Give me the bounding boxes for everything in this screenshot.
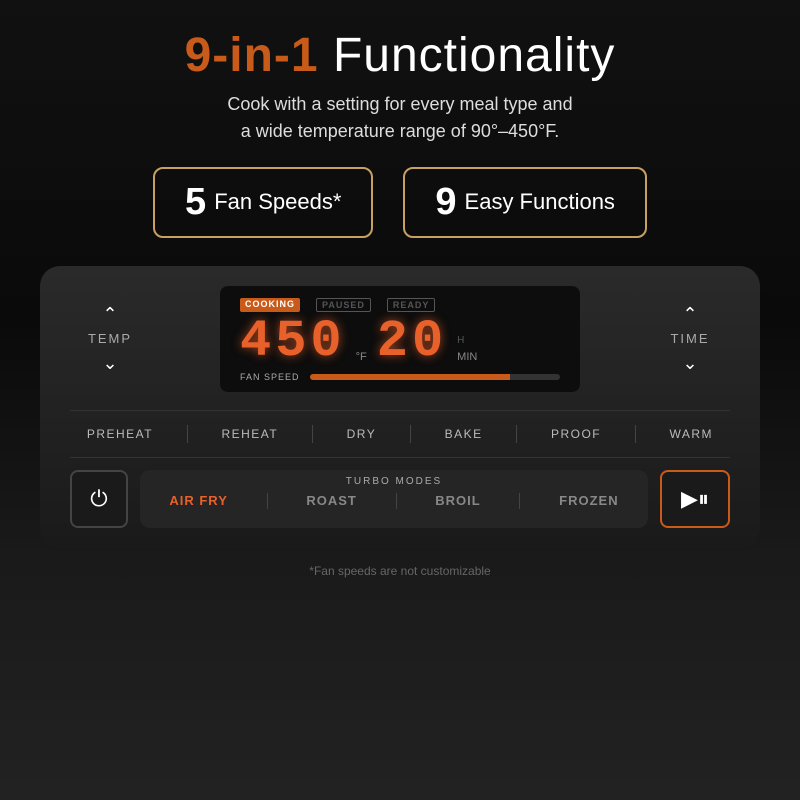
power-button[interactable]: ⏻ <box>70 470 128 528</box>
time-control: ⌃ TIME ⌄ <box>650 305 730 372</box>
divider-4 <box>516 425 517 443</box>
play-pause-button[interactable]: ▶⏸ <box>660 470 730 528</box>
divider-1 <box>187 425 188 443</box>
fan-speed-label: FAN SPEED <box>240 372 300 382</box>
time-display: 20 <box>377 316 447 368</box>
turbo-div-1 <box>267 493 268 509</box>
easy-functions-number: 9 <box>435 181 456 224</box>
lcd-main-row: 450 °F 20 H MIN <box>240 316 560 368</box>
page-wrapper: 9-in-1 Functionality Cook with a setting… <box>0 0 800 800</box>
divider-2 <box>312 425 313 443</box>
status-ready: READY <box>387 298 436 312</box>
title-highlight: 9-in-1 <box>185 29 319 82</box>
easy-functions-label: Easy Functions <box>465 189 615 215</box>
divider-5 <box>635 425 636 443</box>
time-label: TIME <box>670 331 709 346</box>
easy-functions-badge: 9 Easy Functions <box>403 167 647 238</box>
warm-button[interactable]: WARM <box>669 427 713 441</box>
turbo-label: TURBO MODES <box>150 476 638 487</box>
header: 9-in-1 Functionality Cook with a setting… <box>185 30 616 145</box>
temperature-display: 450 <box>240 316 346 368</box>
temp-label: TEMP <box>88 331 132 346</box>
turbo-div-2 <box>396 493 397 509</box>
temp-up-button[interactable]: ⌃ <box>102 305 117 323</box>
fan-speed-bar <box>310 374 560 380</box>
temp-control: ⌃ TEMP ⌄ <box>70 305 150 372</box>
time-down-button[interactable]: ⌄ <box>682 354 697 372</box>
footnote: *Fan speeds are not customizable <box>309 564 490 578</box>
fan-speed-row: FAN SPEED <box>240 372 560 382</box>
time-up-button[interactable]: ⌃ <box>682 305 697 323</box>
turbo-div-3 <box>519 493 520 509</box>
air-fry-button[interactable]: AIR FRY <box>169 493 228 508</box>
play-pause-icon: ▶⏸ <box>681 486 709 512</box>
time-unit: MIN <box>457 351 477 363</box>
roast-button[interactable]: ROAST <box>306 493 357 508</box>
dry-button[interactable]: DRY <box>347 427 377 441</box>
fan-speeds-number: 5 <box>185 181 206 224</box>
subtitle: Cook with a setting for every meal type … <box>185 91 616 145</box>
bake-button[interactable]: BAKE <box>445 427 483 441</box>
device-panel: ⌃ TEMP ⌄ COOKING PAUSED READY 450 °F 20 <box>40 266 760 548</box>
fan-speeds-label: Fan Speeds* <box>214 189 341 215</box>
temp-down-button[interactable]: ⌄ <box>102 354 117 372</box>
preheat-button[interactable]: PREHEAT <box>87 427 153 441</box>
frozen-button[interactable]: FROZEN <box>559 493 618 508</box>
main-title: 9-in-1 Functionality <box>185 30 616 83</box>
divider-3 <box>410 425 411 443</box>
turbo-section: ⏻ TURBO MODES AIR FRY ROAST BROIL FROZEN… <box>70 470 730 528</box>
proof-button[interactable]: PROOF <box>551 427 601 441</box>
badges-row: 5 Fan Speeds* 9 Easy Functions <box>153 167 647 238</box>
status-cooking: COOKING <box>240 298 300 312</box>
broil-button[interactable]: BROIL <box>435 493 480 508</box>
power-icon: ⏻ <box>90 486 107 512</box>
function-row: PREHEAT REHEAT DRY BAKE PROOF WARM <box>70 410 730 458</box>
turbo-panel: TURBO MODES AIR FRY ROAST BROIL FROZEN <box>140 470 648 528</box>
fan-speeds-badge: 5 Fan Speeds* <box>153 167 373 238</box>
display-section: ⌃ TEMP ⌄ COOKING PAUSED READY 450 °F 20 <box>70 286 730 392</box>
h-unit: H <box>457 335 464 346</box>
lcd-display: COOKING PAUSED READY 450 °F 20 H MIN <box>220 286 580 392</box>
status-paused: PAUSED <box>316 298 371 312</box>
reheat-button[interactable]: REHEAT <box>221 427 278 441</box>
lcd-status-row: COOKING PAUSED READY <box>240 298 560 312</box>
temp-unit: °F <box>356 351 367 363</box>
turbo-modes-row: AIR FRY ROAST BROIL FROZEN <box>150 493 638 509</box>
